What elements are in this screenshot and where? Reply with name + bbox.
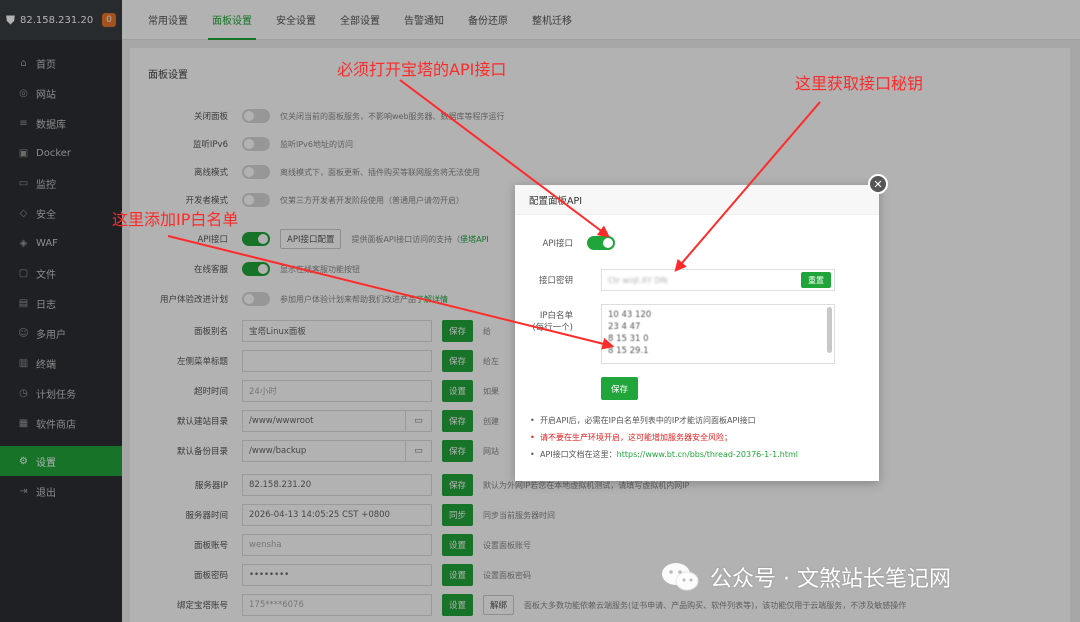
api-row: API接口 bbox=[515, 233, 625, 253]
annotation-key: 这里获取接口秘钥 bbox=[795, 74, 924, 93]
ip-hint: (每行一个) bbox=[532, 323, 573, 333]
api-toggle[interactable] bbox=[587, 236, 615, 250]
ip-label-group: IP白名单 (每行一个) bbox=[515, 304, 587, 334]
ip-line: 8 15 29.1 bbox=[608, 346, 649, 356]
api-label: API接口 bbox=[542, 239, 573, 249]
ip-label: IP白名单 bbox=[539, 311, 573, 321]
api-docs-link[interactable]: https://www.bt.cn/bbs/thread-20376-1-1.h… bbox=[617, 450, 798, 459]
key-label: 接口密钥 bbox=[538, 276, 573, 286]
ip-line: 8 15 31 0 bbox=[608, 334, 649, 344]
ip-line: 10 43 120 bbox=[608, 310, 652, 320]
annotation-whitelist: 这里添加IP白名单 bbox=[112, 210, 239, 229]
close-icon[interactable]: ✕ bbox=[868, 174, 888, 194]
tip-ip-required: 开启API后，必需在IP白名单列表中的IP才能访问面板API接口 bbox=[540, 416, 756, 425]
key-row: 接口密钥 Ctr wnJI.XY Dfk 重置 bbox=[515, 269, 835, 291]
reset-key-button[interactable]: 重置 bbox=[801, 272, 831, 288]
api-tips: • 开启API后，必需在IP白名单列表中的IP才能访问面板API接口 • 请不要在生… bbox=[530, 416, 798, 459]
key-value: Ctr wnJI.XY Dfk bbox=[608, 275, 668, 285]
save-api-button[interactable]: 保存 bbox=[601, 377, 638, 400]
key-field[interactable]: Ctr wnJI.XY Dfk 重置 bbox=[601, 269, 835, 291]
ip-whitelist-textarea[interactable]: 10 43 120 23 4 47 8 15 31 0 8 15 29.1 bbox=[601, 304, 835, 364]
watermark: 公众号 · 文煞站长笔记网 bbox=[660, 560, 951, 594]
tip-security-warning: 请不要在生产环境开启，这可能增加服务器安全风险； bbox=[540, 433, 732, 442]
modal-title: 配置面板API bbox=[515, 185, 879, 215]
tip-docs: API接口文档在这里： bbox=[540, 450, 617, 459]
ip-line: 23 4 47 bbox=[608, 322, 641, 332]
watermark-text: 公众号 · 文煞站长笔记网 bbox=[710, 567, 951, 592]
ip-whitelist-row: IP白名单 (每行一个) 10 43 120 23 4 47 8 15 31 0 8 … bbox=[515, 304, 835, 364]
annotation-api: 必须打开宝塔的API接口 bbox=[337, 60, 507, 79]
wechat-icon bbox=[660, 560, 700, 594]
